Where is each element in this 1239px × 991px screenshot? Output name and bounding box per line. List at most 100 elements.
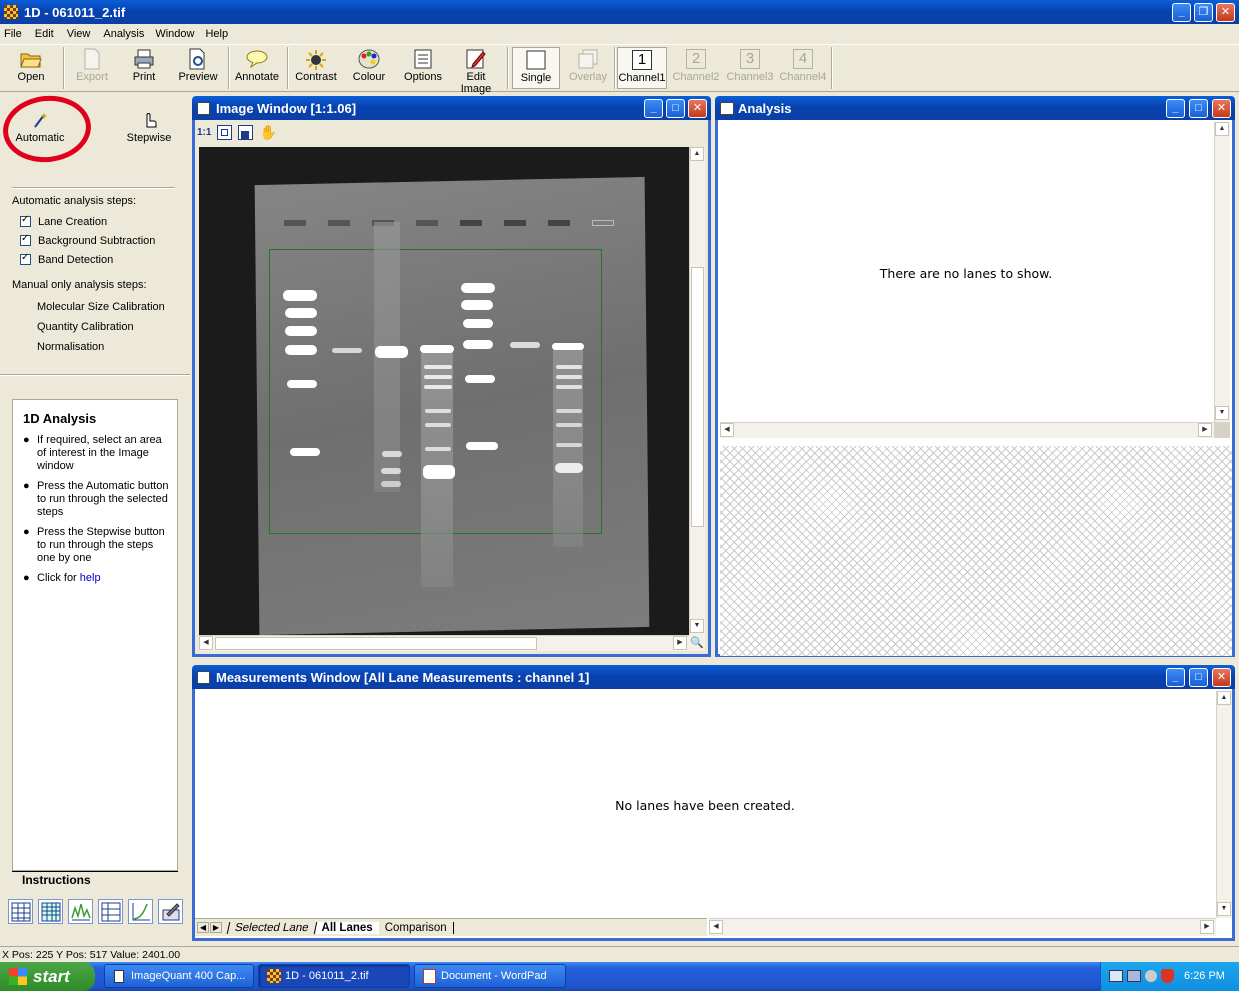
measurements-empty-message: No lanes have been created. — [615, 798, 795, 813]
menu-analysis[interactable]: Analysis — [103, 28, 144, 40]
analysis-window: There are no lanes to show. ▲ ▼ ◀ ▶ — [715, 120, 1235, 657]
channel3-button[interactable]: 3 Channel3 — [725, 47, 775, 89]
auto-steps-heading: Automatic analysis steps: — [12, 195, 137, 207]
tab-selected-lane[interactable]: Selected Lane — [226, 921, 317, 934]
annotate-button[interactable]: Annotate — [234, 47, 280, 89]
status-text: X Pos: 225 Y Pos: 517 Value: 2401.00 — [2, 949, 181, 961]
menu-view[interactable]: View — [67, 28, 91, 40]
molecular-size-calibration-step: Molecular Size Calibration — [37, 301, 165, 313]
measurements-window-close-button[interactable]: ✕ — [1212, 668, 1231, 687]
image-hscroll-thumb[interactable] — [215, 637, 537, 650]
menu-edit[interactable]: Edit — [35, 28, 54, 40]
analysis-horizontal-scrollbar[interactable]: ◀ ▶ — [720, 422, 1214, 438]
channel3-icon: 3 — [740, 49, 760, 69]
tab-comparison[interactable]: Comparison — [379, 921, 454, 934]
report-icon[interactable] — [158, 899, 183, 924]
pan-hand-icon[interactable]: ✋ — [259, 124, 276, 141]
image-window-title: Image Window [1:1.06] — [216, 100, 357, 116]
export-button[interactable]: Export — [70, 47, 114, 89]
analysis-vertical-scrollbar[interactable]: ▲ ▼ — [1214, 122, 1230, 422]
analysis-profile-area — [720, 446, 1232, 656]
1d-app-icon — [267, 969, 281, 983]
gel-image[interactable] — [199, 147, 689, 635]
channel1-button[interactable]: 1 Channel1 — [617, 47, 667, 89]
minimize-button[interactable]: _ — [1172, 3, 1191, 22]
stepwise-button[interactable]: Stepwise — [120, 111, 178, 144]
image-window-title-bar: Image Window [1:1.06] — [192, 96, 711, 120]
edit-image-icon — [466, 49, 486, 69]
analysis-window-maximize-button[interactable]: □ — [1189, 99, 1208, 118]
close-button[interactable]: ✕ — [1216, 3, 1235, 22]
menu-help[interactable]: Help — [205, 28, 228, 40]
background-subtraction-checkbox[interactable]: Background Subtraction — [20, 233, 155, 247]
analysis-window-close-button[interactable]: ✕ — [1212, 99, 1231, 118]
image-window-toolbar: 1:1 ✋ — [197, 124, 277, 141]
single-button[interactable]: Single — [512, 47, 560, 89]
contrast-button[interactable]: Contrast — [293, 47, 339, 89]
channel1-icon: 1 — [632, 50, 652, 70]
tab-scroll-left[interactable]: ◀ — [197, 922, 209, 933]
instruction-item: ● Press the Automatic button to run throu… — [23, 480, 169, 518]
start-button[interactable]: start — [0, 962, 95, 991]
measurements-window-maximize-button[interactable]: □ — [1189, 668, 1208, 687]
restore-button[interactable]: ❐ — [1194, 3, 1213, 22]
tray-security-icon[interactable] — [1161, 969, 1174, 983]
zoom-fit-icon[interactable] — [217, 125, 233, 140]
overlay-button[interactable]: Overlay — [566, 47, 610, 89]
channel4-button[interactable]: 4 Channel4 — [778, 47, 828, 89]
lane-creation-checkbox[interactable]: Lane Creation — [20, 214, 107, 228]
single-view-icon — [526, 50, 546, 70]
tray-monitor-icon[interactable] — [1127, 970, 1141, 982]
printer-icon — [134, 49, 154, 69]
export-icon — [84, 48, 100, 70]
analysis-window-title-bar: Analysis — [715, 96, 1235, 120]
tab-all-lanes[interactable]: All Lanes — [315, 921, 379, 934]
options-button[interactable]: Options — [402, 47, 444, 89]
help-link[interactable]: help — [80, 572, 101, 584]
tab-scroll-right[interactable]: ▶ — [210, 922, 222, 933]
channel4-icon: 4 — [793, 49, 813, 69]
tray-network-icon[interactable] — [1109, 970, 1123, 982]
image-vscroll-thumb[interactable] — [691, 267, 704, 527]
image-window-close-button[interactable]: ✕ — [688, 99, 707, 118]
measurements-vertical-scrollbar[interactable]: ▲ ▼ — [1216, 691, 1232, 918]
app-title: 1D - 061011_2.tif — [24, 4, 126, 20]
preview-button[interactable]: Preview — [176, 47, 220, 89]
measurements-horizontal-scrollbar[interactable]: ◀ ▶ — [709, 918, 1216, 936]
analysis-window-minimize-button[interactable]: _ — [1166, 99, 1185, 118]
overlay-icon — [578, 49, 598, 69]
table-view-icon[interactable] — [8, 899, 33, 924]
automatic-highlight-circle — [0, 91, 95, 167]
band-detection-checkbox[interactable]: Band Detection — [20, 252, 113, 266]
edit-image-button[interactable]: Edit Image — [450, 47, 502, 95]
measurements-window: No lanes have been created. ▲ ▼ ◀ ▶ Sele… — [192, 689, 1235, 941]
taskbar-item-imagequant[interactable]: ImageQuant 400 Cap... — [104, 964, 254, 988]
menu-window[interactable]: Window — [155, 28, 194, 40]
magnifier-icon[interactable]: 🔍 — [689, 635, 705, 651]
quantity-calibration-step: Quantity Calibration — [37, 321, 134, 333]
print-button[interactable]: Print — [124, 47, 164, 89]
zoom-1to1-icon[interactable]: 1:1 — [197, 127, 211, 138]
zoom-region-icon[interactable] — [238, 125, 254, 140]
open-button[interactable]: Open — [10, 47, 52, 89]
lane-table-icon[interactable] — [38, 899, 63, 924]
image-window-maximize-button[interactable]: □ — [666, 99, 685, 118]
image-horizontal-scrollbar[interactable]: ◀ ▶ — [199, 635, 689, 651]
channel2-button[interactable]: 2 Channel2 — [671, 47, 721, 89]
tray-volume-icon[interactable] — [1145, 970, 1157, 982]
grid-view-icon[interactable] — [98, 899, 123, 924]
calibration-curve-icon[interactable] — [128, 899, 153, 924]
image-window-minimize-button[interactable]: _ — [644, 99, 663, 118]
measurements-tab-bar: ◀ ▶ Selected Lane All Lanes Comparison — [195, 918, 707, 936]
taskbar-item-wordpad[interactable]: Document - WordPad — [414, 964, 566, 988]
image-vertical-scrollbar[interactable]: ▲ ▼ — [689, 147, 705, 635]
colour-button[interactable]: Colour — [348, 47, 390, 89]
normalisation-step: Normalisation — [37, 341, 105, 353]
clock[interactable]: 6:26 PM — [1184, 962, 1225, 991]
taskbar-item-1d-window[interactable]: 1D - 061011_2.tif — [258, 964, 410, 988]
profile-graph-icon[interactable] — [68, 899, 93, 924]
instruction-item: ● Press the Stepwise button to run throug… — [23, 526, 165, 564]
instructions-tab[interactable]: Instructions — [12, 871, 178, 889]
measurements-window-minimize-button[interactable]: _ — [1166, 668, 1185, 687]
menu-file[interactable]: File — [4, 28, 22, 40]
